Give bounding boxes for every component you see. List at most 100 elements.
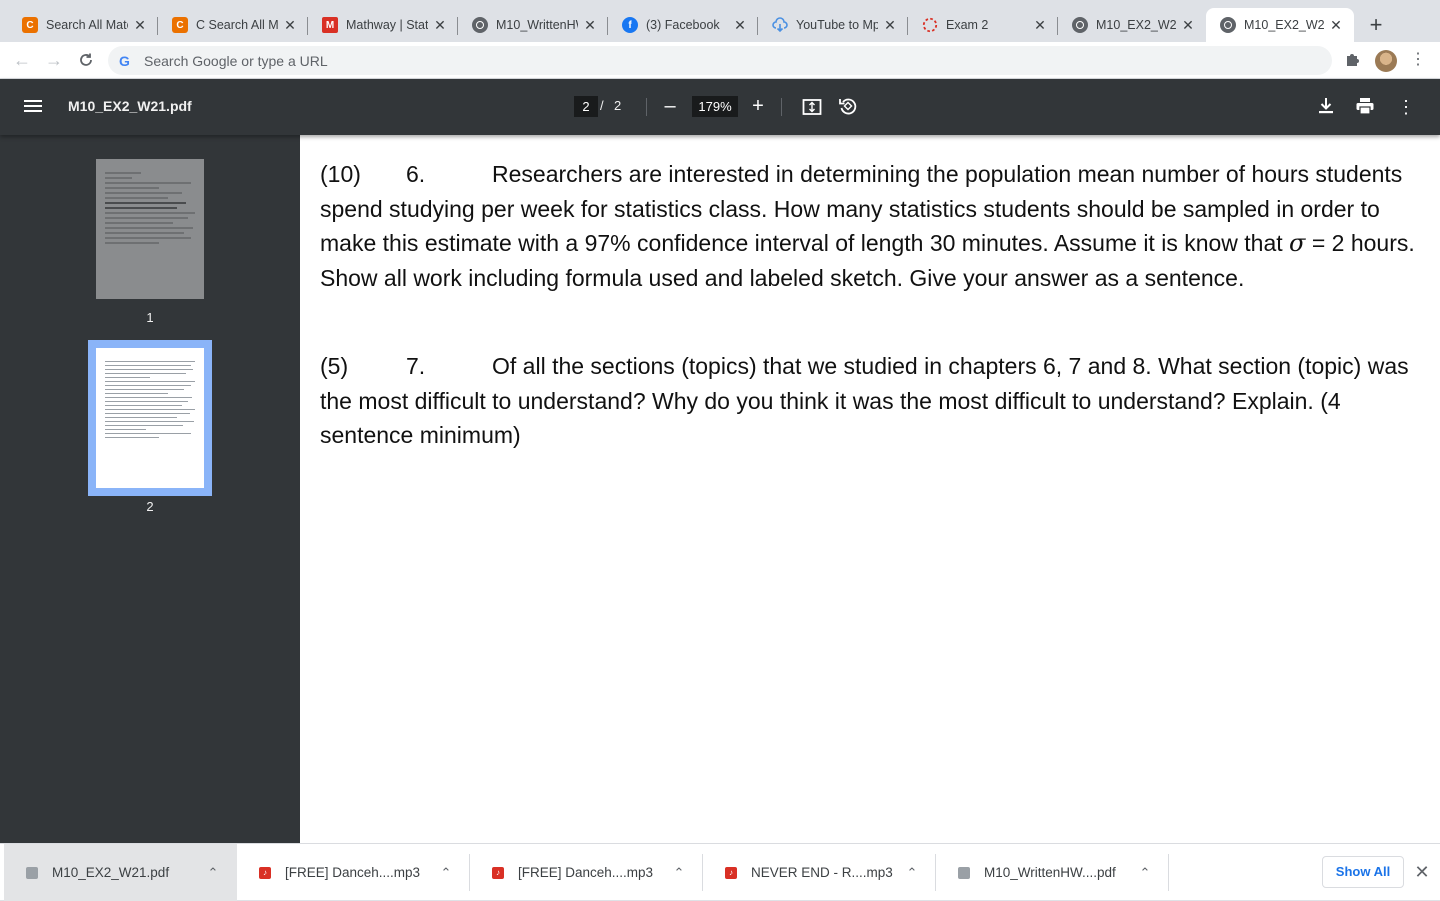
sidebar-menu-icon[interactable] (24, 97, 42, 117)
pdf-more-options-icon[interactable]: ⋮ (1395, 96, 1417, 118)
thumbnail-text-line (105, 222, 173, 224)
tab-youtube-to-mp3[interactable]: YouTube to Mp ✕ (758, 8, 908, 42)
tab-title: M10_EX2_W21 (1244, 18, 1324, 32)
thumbnail-text-line (105, 373, 186, 374)
page-thumbnail-2[interactable] (96, 348, 204, 488)
close-icon[interactable]: ✕ (282, 17, 298, 33)
tab-chegg-1[interactable]: C Search All Mato ✕ (8, 8, 158, 42)
thumbnail-sidebar: 1 2 (0, 135, 300, 843)
download-filename: NEVER END - R....mp3 (751, 865, 893, 880)
chevron-up-icon[interactable]: ⌃ (904, 865, 920, 881)
profile-avatar[interactable] (1375, 50, 1397, 72)
zoom-level-input[interactable]: 179% (692, 96, 738, 117)
facebook-icon: f (622, 17, 638, 33)
close-icon[interactable]: ✕ (732, 17, 748, 33)
close-icon[interactable]: ✕ (582, 17, 598, 33)
download-filename: M10_EX2_W21.pdf (52, 865, 170, 880)
thumbnail-text-line (105, 413, 190, 414)
thumbnail-text-line (105, 207, 177, 209)
loading-spinner-icon (922, 17, 938, 33)
omnibox-placeholder[interactable]: Search Google or type a URL (144, 53, 328, 69)
close-icon[interactable]: ✕ (1412, 862, 1432, 882)
close-icon[interactable]: ✕ (432, 17, 448, 33)
back-button[interactable]: ← (10, 49, 34, 71)
tab-title: Mathway | Stat (346, 18, 428, 32)
page-thumbnail-2-selected[interactable] (88, 340, 212, 496)
question-6: (10) 6. Researchers are interested in dete… (320, 157, 1420, 295)
close-icon[interactable]: ✕ (132, 17, 148, 33)
download-item[interactable]: ♪ [FREE] Danceh....mp3 ⌃ (237, 844, 470, 901)
tab-title: Exam 2 (946, 18, 989, 32)
thumbnail-label-1: 1 (146, 310, 154, 325)
pdf-file-icon (958, 866, 970, 879)
chevron-up-icon[interactable]: ⌃ (438, 865, 454, 881)
forward-button[interactable]: → (42, 49, 66, 71)
browser-menu-icon[interactable]: ⋮ (1410, 50, 1426, 70)
rotate-icon[interactable] (838, 96, 858, 116)
show-all-button[interactable]: Show All (1322, 856, 1404, 888)
omnibox[interactable]: G Search Google or type a URL (108, 46, 1332, 75)
download-item[interactable]: M10_WrittenHW....pdf ⌃ (936, 844, 1169, 901)
chegg-icon: C (172, 17, 188, 33)
tab-m10-ex2-w21-active[interactable]: M10_EX2_W21 ✕ (1206, 8, 1354, 42)
page-thumbnail-1[interactable] (96, 159, 204, 299)
question-points: (10) (320, 161, 361, 187)
tab-m10-ex2-w21[interactable]: M10_EX2_W21 ✕ (1058, 8, 1206, 42)
tab-m10-writtenhw[interactable]: M10_WrittenHW ✕ (458, 8, 608, 42)
download-icon[interactable] (1316, 96, 1338, 118)
tab-title: (3) Facebook (646, 18, 720, 32)
download-item[interactable]: M10_EX2_W21.pdf ⌃ (4, 844, 237, 901)
pdf-filename: M10_EX2_W21.pdf (68, 98, 192, 114)
tab-chegg-2[interactable]: C C Search All Ma ✕ (158, 8, 308, 42)
toolbar-divider (781, 98, 782, 116)
chevron-up-icon[interactable]: ⌃ (1137, 865, 1153, 881)
download-item[interactable]: ♪ NEVER END - R....mp3 ⌃ (703, 844, 936, 901)
thumbnail-text-line (105, 425, 184, 426)
close-icon[interactable]: ✕ (1032, 17, 1048, 33)
thumbnail-text-line (105, 405, 182, 406)
extensions-puzzle-icon[interactable] (1344, 51, 1362, 69)
close-icon[interactable]: ✕ (882, 17, 898, 33)
page-separator: / (600, 98, 604, 113)
new-tab-button[interactable]: + (1364, 14, 1388, 38)
download-divider (1168, 854, 1169, 891)
close-icon[interactable]: ✕ (1328, 17, 1344, 33)
tab-mathway[interactable]: M Mathway | Stat ✕ (308, 8, 458, 42)
toolbar-divider (646, 98, 647, 116)
chegg-icon: C (22, 17, 38, 33)
chevron-up-icon[interactable]: ⌃ (671, 865, 687, 881)
zoom-in-button[interactable]: + (748, 95, 768, 117)
question-7: (5) 7. Of all the sections (topics) that w… (320, 349, 1420, 453)
tab-facebook[interactable]: f (3) Facebook ✕ (608, 8, 758, 42)
globe-icon (472, 17, 488, 33)
thumbnail-text-line (105, 361, 195, 362)
thumbnail-text-line (105, 187, 159, 189)
thumbnail-text-line (105, 369, 194, 370)
zoom-out-button[interactable]: – (660, 95, 680, 117)
thumbnail-text-line (105, 437, 159, 438)
mathway-icon: M (322, 17, 338, 33)
download-item[interactable]: ♪ [FREE] Danceh....mp3 ⌃ (470, 844, 703, 901)
tab-exam-2[interactable]: Exam 2 ✕ (908, 8, 1058, 42)
question-points: (5) (320, 353, 349, 379)
reload-button[interactable] (74, 49, 98, 71)
sigma-symbol: σ (1289, 229, 1306, 258)
question-number: 7. (406, 353, 426, 379)
close-icon[interactable]: ✕ (1180, 17, 1196, 33)
thumbnail-text-line (105, 217, 188, 219)
thumbnail-text-line (105, 421, 195, 422)
pdf-toolbar: M10_EX2_W21.pdf 2 / 2 – 179% + ⋮ (0, 79, 1440, 135)
tab-title: M10_EX2_W21 (1096, 18, 1176, 32)
thumbnail-text-line (105, 192, 182, 194)
pdf-file-icon (26, 866, 38, 879)
page-number-input[interactable]: 2 (574, 96, 598, 117)
thumbnail-text-line (105, 429, 146, 430)
print-icon[interactable] (1355, 96, 1377, 118)
chevron-up-icon[interactable]: ⌃ (205, 865, 221, 881)
download-filename: M10_WrittenHW....pdf (984, 865, 1116, 880)
thumbnail-text-line (105, 177, 132, 179)
audio-file-icon: ♪ (492, 866, 504, 879)
fit-page-icon[interactable] (802, 97, 822, 117)
pdf-page: (10) 6. Researchers are interested in dete… (300, 135, 1440, 843)
thumbnail-text-line (105, 433, 192, 434)
